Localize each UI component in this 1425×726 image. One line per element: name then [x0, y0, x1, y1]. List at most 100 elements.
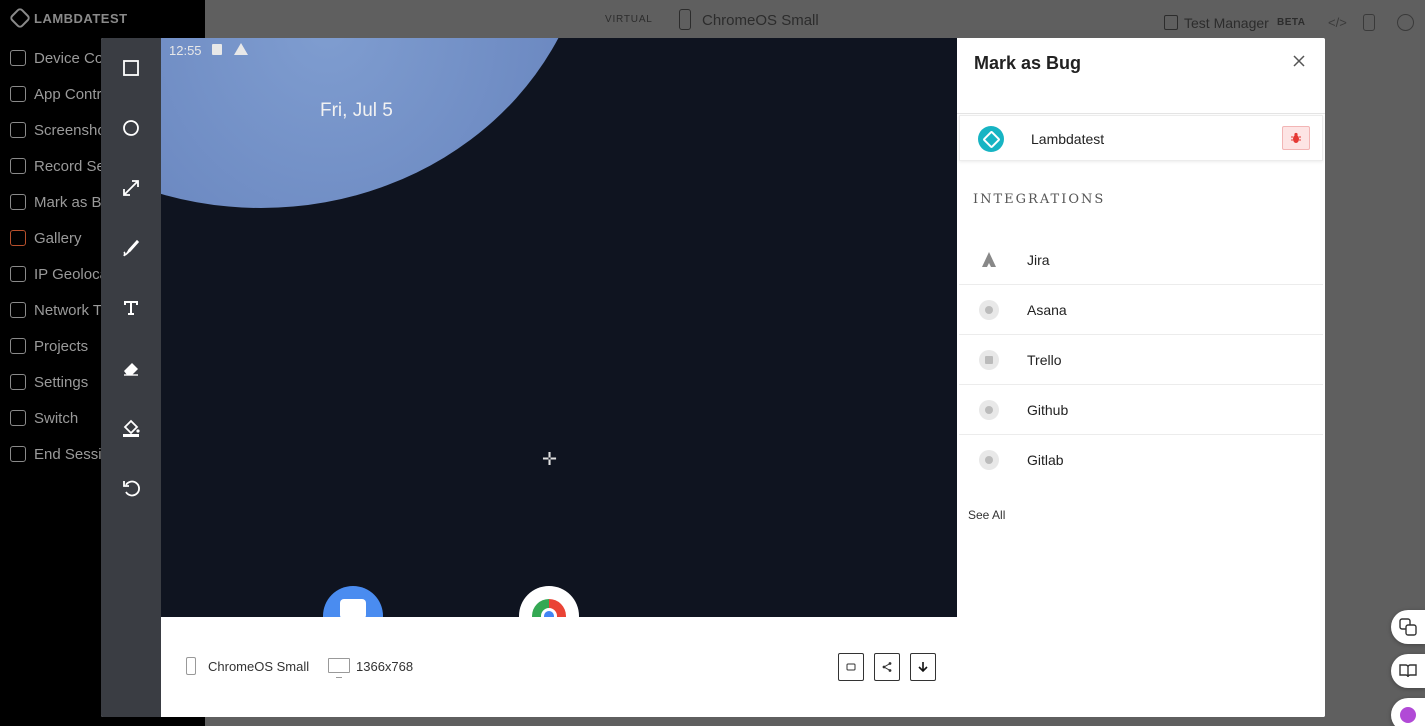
gitlab-icon	[979, 450, 999, 470]
chrome-app-icon	[519, 586, 579, 617]
status-bar-time: 12:55	[169, 43, 202, 58]
share-button[interactable]	[874, 653, 900, 681]
camera-icon	[10, 122, 26, 138]
gear-icon	[10, 374, 26, 390]
circle-tool[interactable]	[101, 98, 161, 158]
integration-trello[interactable]: Trello	[959, 335, 1323, 385]
wallpaper-planet	[161, 38, 591, 208]
device-rotate-icon	[1363, 14, 1375, 31]
integration-jira[interactable]: Jira	[959, 235, 1323, 285]
sidebar-item-label: Network T	[34, 301, 103, 319]
screenshot-footer: ChromeOS Small 1366x768	[161, 617, 957, 717]
integration-gitlab[interactable]: Gitlab	[959, 435, 1323, 485]
translate-float-button[interactable]	[1391, 610, 1425, 644]
sidebar-item-label: Screensho	[34, 121, 106, 139]
eraser-icon	[124, 363, 138, 376]
integration-label: Asana	[1027, 302, 1067, 318]
video-icon	[10, 158, 26, 174]
sidebar-item-label: IP Geoloca	[34, 265, 108, 283]
bug-icon	[1291, 132, 1301, 143]
code-icon: </>	[1328, 15, 1347, 30]
integrations-list: Jira Asana Trello Github Gitlab	[959, 235, 1323, 485]
beta-badge: BETA	[1277, 17, 1306, 28]
brand-name: LAMBDATEST	[34, 10, 128, 26]
integration-asana[interactable]: Asana	[959, 285, 1323, 335]
circle-icon	[123, 120, 139, 136]
pen-tool[interactable]	[101, 218, 161, 278]
arrow-tool[interactable]	[101, 158, 161, 218]
switch-icon	[10, 410, 26, 426]
sidebar-item-label: End Sessi	[34, 445, 102, 463]
see-all-link[interactable]: See All	[968, 508, 1005, 522]
undo-tool[interactable]	[101, 458, 161, 518]
copy-button[interactable]	[838, 653, 864, 681]
sidebar-item-label: Settings	[34, 373, 89, 391]
antenna-icon	[10, 302, 26, 318]
integration-label: Trello	[1027, 352, 1062, 368]
eraser-tool[interactable]	[101, 338, 161, 398]
integration-label: Github	[1027, 402, 1069, 418]
sidebar-item-label: Mark as B	[34, 193, 102, 211]
pen-icon	[123, 239, 140, 257]
phone-icon	[10, 50, 26, 66]
download-button[interactable]	[910, 653, 936, 681]
rectangle-tool[interactable]	[101, 38, 161, 98]
jira-icon	[979, 250, 999, 270]
gallery-icon	[10, 230, 26, 246]
sidebar-item-label: Projects	[34, 337, 89, 355]
lambdatest-integration-row[interactable]: Lambdatest	[959, 115, 1323, 161]
trello-icon	[979, 350, 999, 370]
resolution-value: 1366x768	[356, 659, 414, 674]
camera-app-icon	[323, 586, 383, 617]
sidebar-item-label: Record Se	[34, 157, 105, 175]
status-app-icon	[212, 44, 222, 55]
keyboard-icon	[10, 86, 26, 102]
device-phone-icon	[186, 657, 196, 675]
text-tool[interactable]	[101, 278, 161, 338]
arrow-diagonal-icon	[123, 180, 139, 196]
device-name: ChromeOS Small	[208, 659, 310, 674]
mark-as-bug-modal: 12:55 Fri, Jul 5 ✛ ChromeOS Small 1366x7…	[101, 38, 1325, 717]
share-icon	[882, 662, 892, 672]
square-icon	[123, 60, 139, 76]
crosshair-cursor-icon: ✛	[542, 449, 558, 469]
lambdatest-logo: LAMBDATEST	[8, 6, 128, 30]
reader-float-button[interactable]	[1391, 654, 1425, 688]
device-phone-icon	[679, 9, 691, 30]
integrations-heading: INTEGRATIONS	[973, 192, 1106, 207]
book-icon	[1399, 664, 1417, 678]
screenshot-canvas[interactable]: 12:55 Fri, Jul 5 ✛	[161, 38, 957, 617]
paint-bucket-icon	[123, 419, 140, 437]
close-icon[interactable]	[1290, 52, 1308, 70]
home-date: Fri, Jul 5	[320, 100, 393, 121]
download-arrow-icon	[918, 662, 928, 673]
github-icon	[979, 400, 999, 420]
panel-divider	[957, 113, 1325, 114]
brain-icon	[1400, 707, 1416, 723]
translate-icon	[1399, 618, 1417, 636]
undo-icon	[123, 480, 140, 497]
fill-tool[interactable]	[101, 398, 161, 458]
background-topbar: VIRTUAL ChromeOS Small Test Manager BETA…	[205, 0, 1425, 40]
folder-icon	[10, 338, 26, 354]
settings-cog-icon	[1397, 14, 1414, 31]
lambdatest-label: Lambdatest	[1031, 131, 1105, 147]
assistant-float-button[interactable]	[1391, 698, 1425, 726]
copy-icon	[846, 663, 856, 671]
monitor-icon	[328, 658, 350, 678]
bug-icon	[10, 194, 26, 210]
power-icon	[10, 446, 26, 462]
annotation-toolbar	[101, 38, 161, 717]
report-bug-button[interactable]	[1282, 126, 1310, 150]
bug-panel: Mark as Bug Lambdatest INTEGRATIONS Jira…	[957, 38, 1325, 717]
asana-icon	[979, 300, 999, 320]
test-manager-link: Test Manager	[1184, 15, 1269, 31]
panel-title: Mark as Bug	[974, 53, 1082, 73]
lambdatest-icon	[978, 126, 1004, 152]
sidebar-item-label: Gallery	[34, 229, 82, 247]
integration-label: Gitlab	[1027, 452, 1064, 468]
globe-icon	[10, 266, 26, 282]
integration-github[interactable]: Github	[959, 385, 1323, 435]
sidebar-item-label: Switch	[34, 409, 79, 427]
test-manager-icon	[1164, 15, 1178, 30]
